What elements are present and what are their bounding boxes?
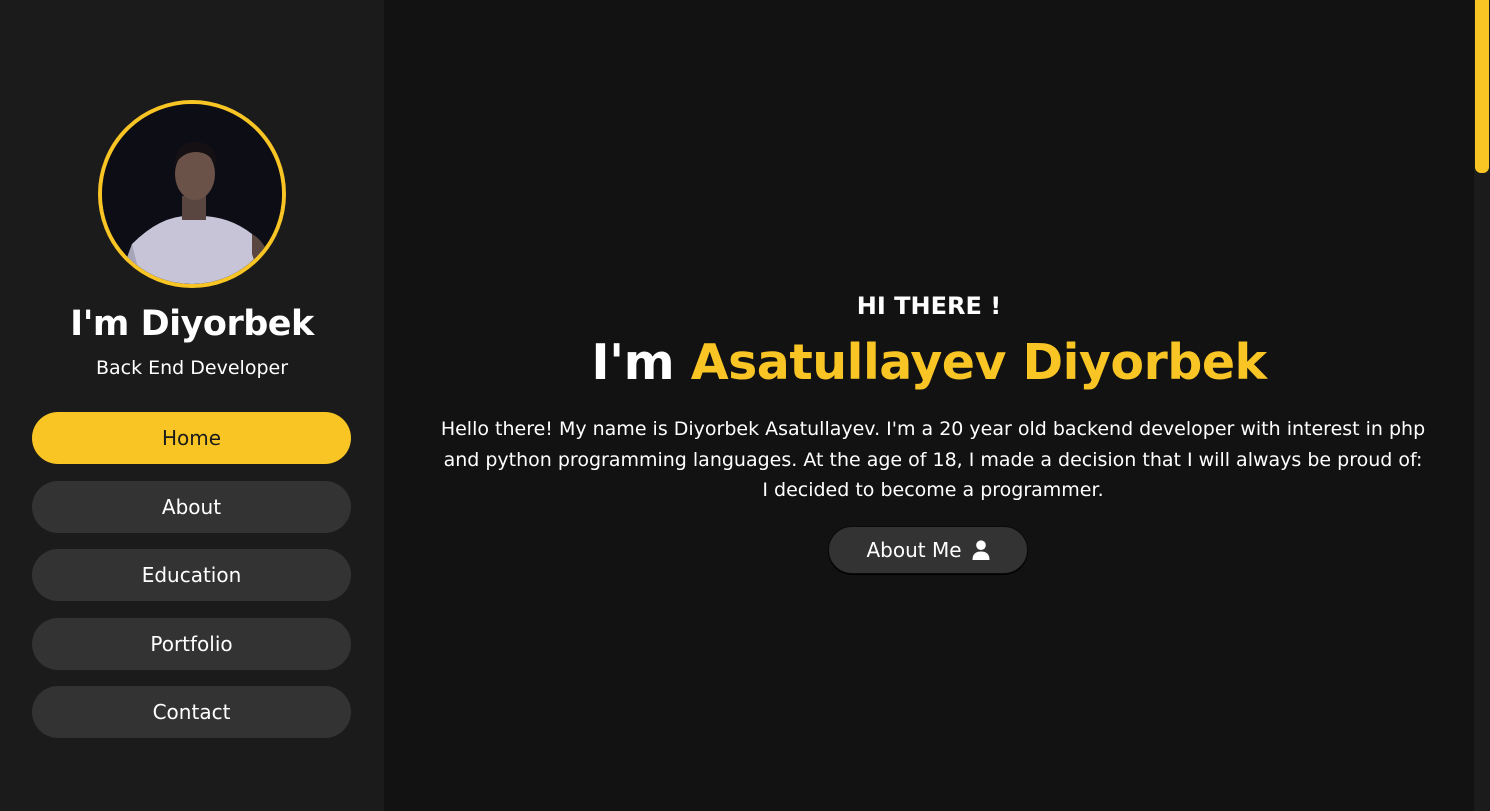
nav-item-education[interactable]: Education — [32, 549, 351, 601]
avatar — [98, 100, 286, 288]
page: I'm Diyorbek Back End Developer Home Abo… — [0, 0, 1490, 811]
about-me-button[interactable]: About Me — [828, 526, 1028, 574]
avatar-photo — [102, 104, 282, 284]
sidebar: I'm Diyorbek Back End Developer Home Abo… — [0, 0, 384, 811]
headline-name: Asatullayev Diyorbek — [690, 334, 1267, 391]
user-icon — [972, 540, 990, 560]
about-me-label: About Me — [866, 538, 962, 562]
nav-item-home[interactable]: Home — [32, 412, 351, 464]
nav-item-portfolio[interactable]: Portfolio — [32, 618, 351, 670]
scrollbar-thumb[interactable] — [1475, 0, 1489, 173]
nav-item-about[interactable]: About — [32, 481, 351, 533]
headline: I'm Asatullayev Diyorbek — [384, 334, 1474, 391]
profile-name: I'm Diyorbek — [70, 304, 314, 344]
main-content: HI THERE ! I'm Asatullayev Diyorbek Hell… — [384, 0, 1474, 811]
greeting: HI THERE ! — [856, 292, 1002, 320]
nav-item-contact[interactable]: Contact — [32, 686, 351, 738]
intro-text: Hello there! My name is Diyorbek Asatull… — [440, 418, 1426, 501]
headline-prefix: I'm — [591, 334, 675, 391]
scrollbar[interactable] — [1474, 0, 1490, 811]
profile-role: Back End Developer — [95, 357, 289, 379]
